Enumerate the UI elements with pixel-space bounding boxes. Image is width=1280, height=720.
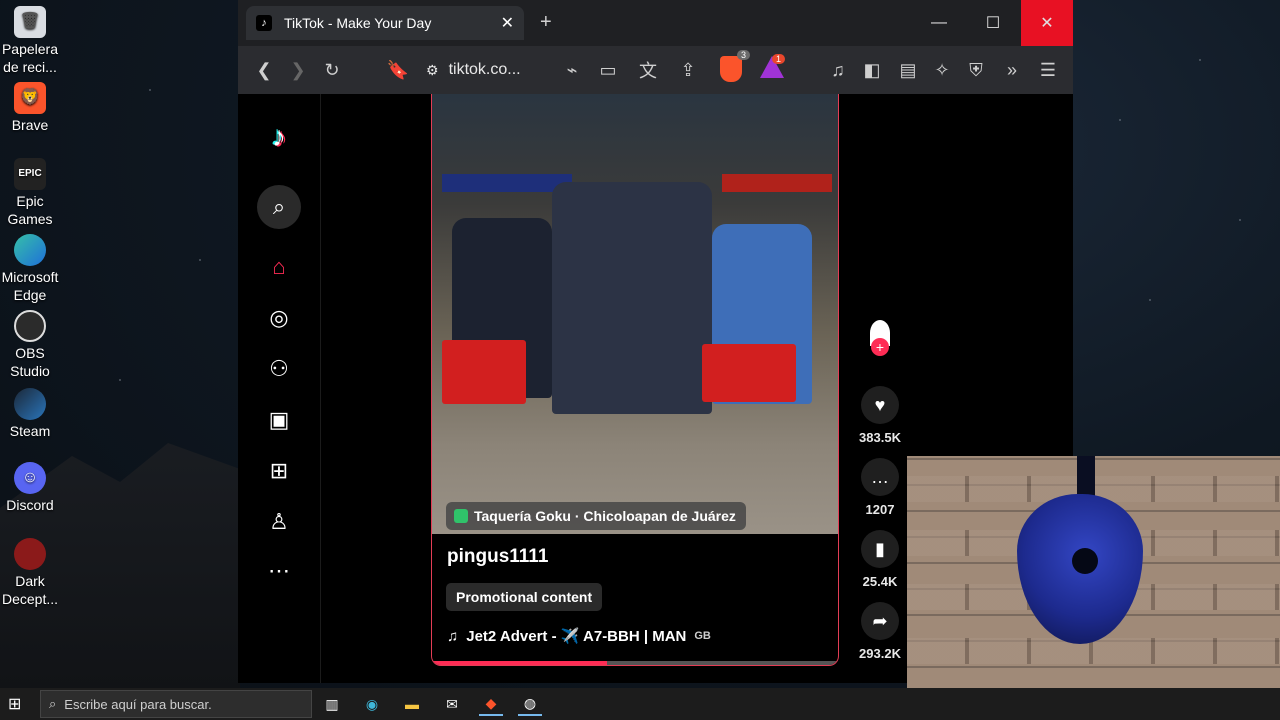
sidebar-toggle-icon[interactable]: ◧ (860, 58, 884, 82)
tiktok-favicon-icon: ♪ (256, 15, 272, 31)
like-count: 383.5K (859, 430, 901, 445)
maximize-button[interactable]: ☐ (967, 0, 1019, 46)
brick-row (907, 638, 1280, 664)
scene-sign-red (722, 174, 832, 192)
tab-bar: ♪ TikTok - Make Your Day ✕ + — ☐ ✕ (238, 0, 1073, 46)
close-tab-icon[interactable]: ✕ (501, 13, 514, 33)
share-button[interactable]: ➦ 293.2K (844, 602, 916, 661)
desktop-icon-recycle-bin[interactable]: 🗑 Papelera de reci... (0, 6, 60, 76)
translate-icon[interactable]: 文 (636, 58, 660, 82)
epic-games-icon: EPIC (14, 158, 46, 190)
location-tag[interactable]: Taquería Goku · Chicoloapan de Juárez (446, 502, 746, 530)
discord-icon: ☺ (14, 462, 46, 494)
music-info[interactable]: ♫ Jet2 Advert - ✈️ A7-BBH | MAN GB (447, 627, 711, 646)
desktop-icon-obs[interactable]: OBS Studio (0, 310, 60, 380)
vpn-icon[interactable]: ⛨ (964, 58, 988, 82)
search-icon[interactable]: ⌕ (257, 185, 301, 229)
browser-toolbar: ❮ ❯ ↻ 🔖 ⚙ tiktok.co... ⌁ ▭ 文 ⇪ 3 1 ♫ ◧ ▤… (238, 46, 1073, 94)
leo-ai-icon[interactable]: ✧ (930, 58, 954, 82)
tab-title: TikTok - Make Your Day (284, 15, 432, 31)
brave-shields-button[interactable]: 3 (720, 50, 750, 82)
creator-avatar[interactable]: + (844, 320, 916, 356)
bookmark-icon[interactable]: 🔖 (386, 58, 410, 82)
home-icon[interactable]: ⌂ (264, 252, 294, 282)
video-progress-bar[interactable] (432, 661, 838, 665)
new-tab-button[interactable]: + (540, 11, 552, 34)
video-progress-fill (432, 661, 608, 665)
windows-start-icon[interactable]: ⊞ (8, 694, 28, 714)
share-icon[interactable]: ⇪ (676, 58, 700, 82)
media-icon[interactable]: ♫ (826, 58, 850, 82)
promotional-content-badge: Promotional content (446, 583, 603, 611)
desktop-icon-steam[interactable]: Steam (0, 388, 60, 440)
brave-icon: 🦁 (14, 82, 46, 114)
webcam-overlay (907, 456, 1280, 720)
address-bar[interactable]: ⚙ tiktok.co... (426, 54, 534, 86)
following-icon[interactable]: ⚇ (264, 354, 294, 384)
video-frame: Taquería Goku · Chicoloapan de Juárez (432, 94, 838, 534)
brave-icon[interactable]: ◆ (479, 692, 503, 716)
explore-icon[interactable]: ◎ (264, 303, 294, 333)
share-arrow-icon: ➦ (861, 602, 899, 640)
cast-icon[interactable]: ▭ (596, 58, 620, 82)
video-author[interactable]: pingus1111 (447, 546, 548, 568)
save-button[interactable]: ▮ 25.4K (844, 530, 916, 589)
site-settings-icon[interactable]: ⚙ (426, 62, 439, 79)
steam-icon (14, 388, 46, 420)
tab-tiktok[interactable]: ♪ TikTok - Make Your Day ✕ (246, 6, 524, 40)
music-note-icon: ♫ (447, 627, 459, 645)
mail-icon[interactable]: ✉ (440, 692, 464, 716)
comment-icon: … (861, 458, 899, 496)
edge-icon[interactable]: ◉ (360, 692, 384, 716)
desktop-icon-epic-games[interactable]: EPIC Epic Games ... (0, 158, 60, 246)
rewards-badge: 1 (772, 54, 786, 64)
task-view-icon[interactable]: ▥ (320, 692, 344, 716)
like-button[interactable]: ♥ 383.5K (844, 386, 916, 445)
tiktok-logo-icon[interactable]: ♪ (264, 121, 294, 152)
url-text: tiktok.co... (448, 61, 521, 78)
scene-person-center (552, 182, 712, 414)
scene-stool-left (442, 340, 526, 404)
edge-icon (14, 234, 46, 266)
desktop-icon-edge[interactable]: Microsoft Edge (0, 234, 60, 304)
back-button[interactable]: ❮ (252, 58, 276, 82)
save-count: 25.4K (862, 574, 898, 589)
reload-button[interactable]: ↻ (320, 58, 344, 82)
desktop-icon-dark-deception[interactable]: Dark Decept... (0, 538, 60, 608)
taskbar: ⊞ ⌕ Escribe aquí para buscar. ▥ ◉ ▬ ✉ ◆ … (0, 688, 1280, 720)
tiktok-sidebar: ♪ ⌕ ⌂ ◎ ⚇ ▣ ⊞ ♙ ⋯ (238, 94, 321, 683)
live-icon[interactable]: ▣ (264, 405, 294, 435)
wallet-icon[interactable]: ▤ (896, 58, 920, 82)
menu-icon[interactable]: ☰ (1036, 58, 1060, 82)
profile-icon[interactable]: ♙ (264, 507, 294, 537)
more-icon[interactable]: ⋯ (264, 556, 294, 586)
file-explorer-icon[interactable]: ▬ (400, 692, 424, 716)
read-aloud-icon[interactable]: ⌁ (560, 58, 584, 82)
guitar-soundhole (1072, 548, 1098, 574)
location-pin-icon (454, 509, 468, 523)
scene-stool-right (702, 344, 796, 402)
comment-count: 1207 (865, 502, 895, 517)
dark-deception-icon (14, 538, 46, 570)
extensions-more-icon[interactable]: » (1000, 58, 1024, 82)
bookmark-icon: ▮ (861, 530, 899, 568)
search-icon: ⌕ (49, 696, 57, 711)
forward-button[interactable]: ❯ (286, 58, 310, 82)
minimize-button[interactable]: — (913, 0, 965, 46)
close-window-button[interactable]: ✕ (1021, 0, 1073, 46)
follow-plus-icon[interactable]: + (871, 338, 889, 356)
recycle-bin-icon: 🗑 (14, 6, 46, 38)
upload-icon[interactable]: ⊞ (264, 456, 294, 486)
desktop-icon-discord[interactable]: ☺ Discord (0, 462, 60, 514)
obs-icon[interactable]: ◍ (518, 692, 542, 716)
comment-button[interactable]: … 1207 (844, 458, 916, 517)
desktop-icon-brave[interactable]: 🦁 Brave (0, 82, 60, 134)
taskbar-search[interactable]: ⌕ Escribe aquí para buscar. (40, 690, 312, 718)
video-player[interactable]: Taquería Goku · Chicoloapan de Juárez pi… (431, 94, 839, 666)
obs-icon (14, 310, 46, 342)
heart-icon: ♥ (861, 386, 899, 424)
share-count: 293.2K (859, 646, 901, 661)
